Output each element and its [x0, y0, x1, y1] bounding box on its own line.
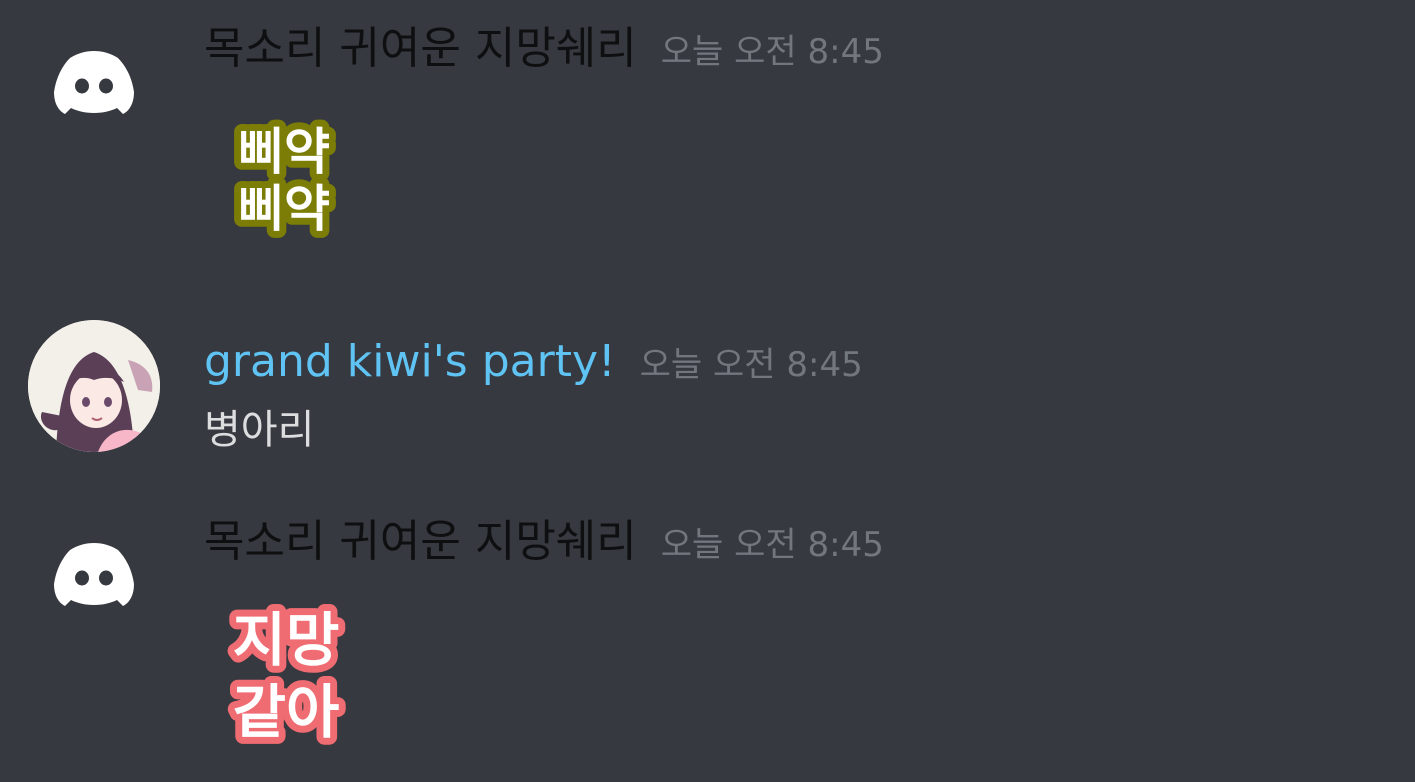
timestamp: 오늘 오전 8:45 [639, 345, 863, 385]
timestamp: 오늘 오전 8:45 [660, 525, 884, 565]
sticker-image[interactable]: 지망 지망 같아 같아 [214, 596, 364, 748]
username[interactable]: grand kiwi's party! [204, 340, 616, 384]
sticker-line-1: 지망 [233, 606, 340, 674]
username[interactable]: 목소리 귀여운 지망쉐리 [204, 520, 637, 564]
message-text: 병아리 [204, 407, 315, 453]
timestamp: 오늘 오전 8:45 [660, 32, 884, 72]
chat-messages: 목소리 귀여운 지망쉐리 오늘 오전 8:45 삐약 삐약 삐약 삐약 gran… [0, 0, 1415, 782]
sticker-line-1: 삐약 [238, 123, 330, 181]
message-header: 목소리 귀여운 지망쉐리 오늘 오전 8:45 [204, 27, 884, 71]
username[interactable]: 목소리 귀여운 지망쉐리 [204, 27, 637, 71]
sticker-line-2: 같아 [233, 678, 340, 746]
message-header: grand kiwi's party! 오늘 오전 8:45 [204, 340, 863, 384]
message-header: 목소리 귀여운 지망쉐리 오늘 오전 8:45 [204, 520, 884, 564]
discord-avatar-icon[interactable] [28, 510, 160, 642]
sticker-line-2: 삐약 [238, 180, 330, 238]
discord-avatar-icon[interactable] [28, 18, 160, 150]
user-avatar[interactable] [28, 320, 160, 452]
sticker-image[interactable]: 삐약 삐약 삐약 삐약 [222, 114, 352, 244]
